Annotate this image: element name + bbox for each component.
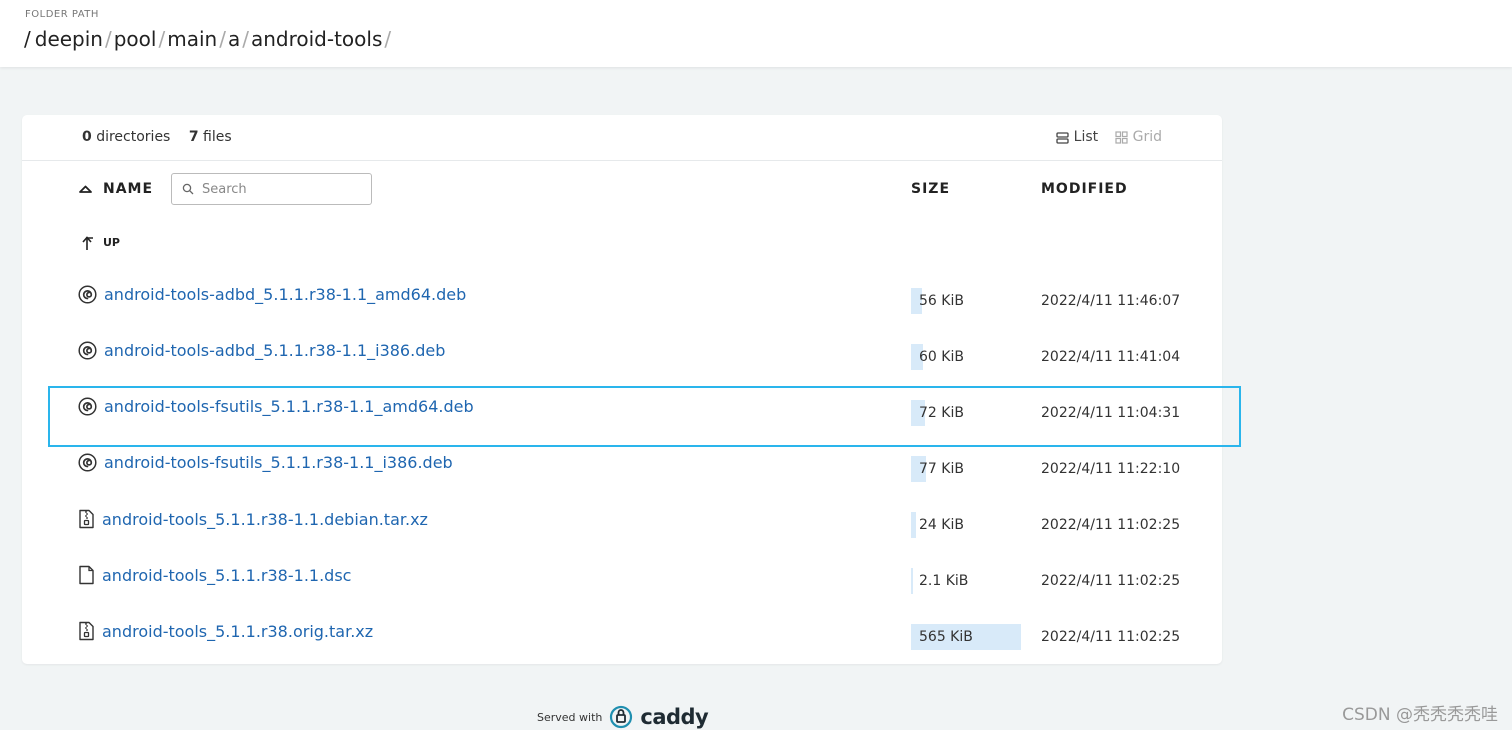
file-size: 56 KiB <box>919 293 964 309</box>
archive-file-icon <box>78 621 95 641</box>
file-label: files <box>203 129 232 145</box>
sort-ascending-icon <box>79 185 92 193</box>
selection-highlight <box>48 386 1241 447</box>
file-size: 2.1 KiB <box>919 573 969 589</box>
debian-icon <box>78 285 97 304</box>
file-modified: 2022/4/11 11:02:25 <box>1041 517 1181 533</box>
grid-view-label: Grid <box>1132 129 1162 145</box>
breadcrumb-root[interactable]: / <box>24 27 31 51</box>
file-modified: 2022/4/11 11:02:25 <box>1041 573 1181 589</box>
file-link[interactable]: android-tools-fsutils_5.1.1.r38-1.1_i386… <box>104 453 453 472</box>
directory-count: 0 <box>82 129 92 145</box>
table-row[interactable]: android-tools_5.1.1.r38.orig.tar.xz 565 K… <box>22 608 1222 664</box>
up-link[interactable]: UP <box>78 234 120 251</box>
file-modified: 2022/4/11 11:22:10 <box>1041 461 1181 477</box>
name-column-header[interactable]: NAME <box>78 181 153 197</box>
file-size: 60 KiB <box>919 349 964 365</box>
footer: Served with caddy <box>537 704 709 730</box>
file-size-cell: 2.1 KiB <box>911 568 1021 594</box>
search-input[interactable] <box>202 181 362 197</box>
file-count: 7 <box>188 129 199 145</box>
debian-icon <box>78 341 97 360</box>
header: FOLDER PATH / deepin / pool / main / a / android-… <box>0 0 1512 67</box>
table-row[interactable]: android-tools_5.1.1.r38-1.1.dsc 2.1 KiB 20… <box>22 552 1222 608</box>
divider <box>22 160 1222 161</box>
list-icon <box>1056 131 1069 144</box>
file-size-cell: 77 KiB <box>911 456 1021 482</box>
file-link[interactable]: android-tools_5.1.1.r38-1.1.debian.tar.x… <box>102 510 428 529</box>
modified-column-header[interactable]: MODIFIED <box>1041 181 1128 197</box>
file-name-cell: android-tools_5.1.1.r38-1.1.dsc <box>78 565 351 585</box>
file-size: 77 KiB <box>919 461 964 477</box>
breadcrumb-item-deepin[interactable]: deepin <box>35 27 103 51</box>
search-box[interactable] <box>171 173 372 205</box>
size-column-header[interactable]: SIZE <box>911 181 950 197</box>
file-link[interactable]: android-tools-adbd_5.1.1.r38-1.1_i386.de… <box>104 341 445 360</box>
grid-view-button[interactable]: Grid <box>1115 129 1162 145</box>
list-view-label: List <box>1073 129 1099 145</box>
level-up-icon <box>82 236 93 250</box>
grid-icon <box>1115 130 1128 144</box>
file-size-cell: 60 KiB <box>911 344 1021 370</box>
breadcrumb-item-android-tools[interactable]: android-tools <box>251 27 382 51</box>
up-label: UP <box>103 236 120 249</box>
served-with-label: Served with <box>537 710 603 724</box>
file-link[interactable]: android-tools-adbd_5.1.1.r38-1.1_amd64.d… <box>104 285 466 304</box>
file-modified: 2022/4/11 11:02:25 <box>1041 629 1181 645</box>
size-bar <box>911 568 913 594</box>
directory-label: directories <box>96 129 171 145</box>
watermark: CSDN @秃秃秃秃哇 <box>1342 705 1498 725</box>
file-name-cell: android-tools-fsutils_5.1.1.r38-1.1_i386… <box>78 453 453 472</box>
table-row[interactable]: android-tools-adbd_5.1.1.r38-1.1_i386.de… <box>22 328 1222 384</box>
file-size-cell: 56 KiB <box>911 288 1021 314</box>
caddy-brand[interactable]: caddy <box>640 705 708 729</box>
file-size-cell: 565 KiB <box>911 624 1021 650</box>
file-link[interactable]: android-tools_5.1.1.r38.orig.tar.xz <box>102 622 373 641</box>
file-link[interactable]: android-tools_5.1.1.r38-1.1.dsc <box>102 566 351 585</box>
breadcrumb-item-a[interactable]: a <box>228 27 240 51</box>
table-row[interactable]: android-tools-adbd_5.1.1.r38-1.1_amd64.d… <box>22 272 1222 328</box>
debian-icon <box>78 453 97 472</box>
name-header-label: NAME <box>103 181 154 197</box>
file-name-cell: android-tools-adbd_5.1.1.r38-1.1_amd64.d… <box>78 285 466 304</box>
file-name-cell: android-tools_5.1.1.r38-1.1.debian.tar.x… <box>78 509 428 529</box>
file-size-cell: 24 KiB <box>911 512 1021 538</box>
breadcrumb-item-main[interactable]: main <box>167 27 217 51</box>
file-modified: 2022/4/11 11:46:07 <box>1041 293 1181 309</box>
breadcrumb-item-pool[interactable]: pool <box>114 27 157 51</box>
file-size: 565 KiB <box>919 629 973 645</box>
file-name-cell: android-tools-adbd_5.1.1.r38-1.1_i386.de… <box>78 341 445 360</box>
file-modified: 2022/4/11 11:41:04 <box>1041 349 1181 365</box>
list-view-button[interactable]: List <box>1056 129 1098 145</box>
view-switch: List Grid <box>1056 129 1162 148</box>
table-row[interactable]: android-tools-fsutils_5.1.1.r38-1.1_i386… <box>22 440 1222 496</box>
file-name-cell: android-tools_5.1.1.r38.orig.tar.xz <box>78 621 373 641</box>
size-bar <box>911 512 916 538</box>
file-icon <box>78 565 95 585</box>
file-size: 24 KiB <box>919 517 964 533</box>
archive-file-icon <box>78 509 95 529</box>
search-icon <box>182 183 194 195</box>
table-row[interactable]: android-tools_5.1.1.r38-1.1.debian.tar.x… <box>22 496 1222 552</box>
caddy-logo-icon <box>610 705 633 729</box>
folder-path-label: FOLDER PATH <box>25 9 99 20</box>
breadcrumb: / deepin / pool / main / a / android-tools / <box>24 27 392 51</box>
listing-summary: 0 directories 7 files <box>82 129 232 145</box>
